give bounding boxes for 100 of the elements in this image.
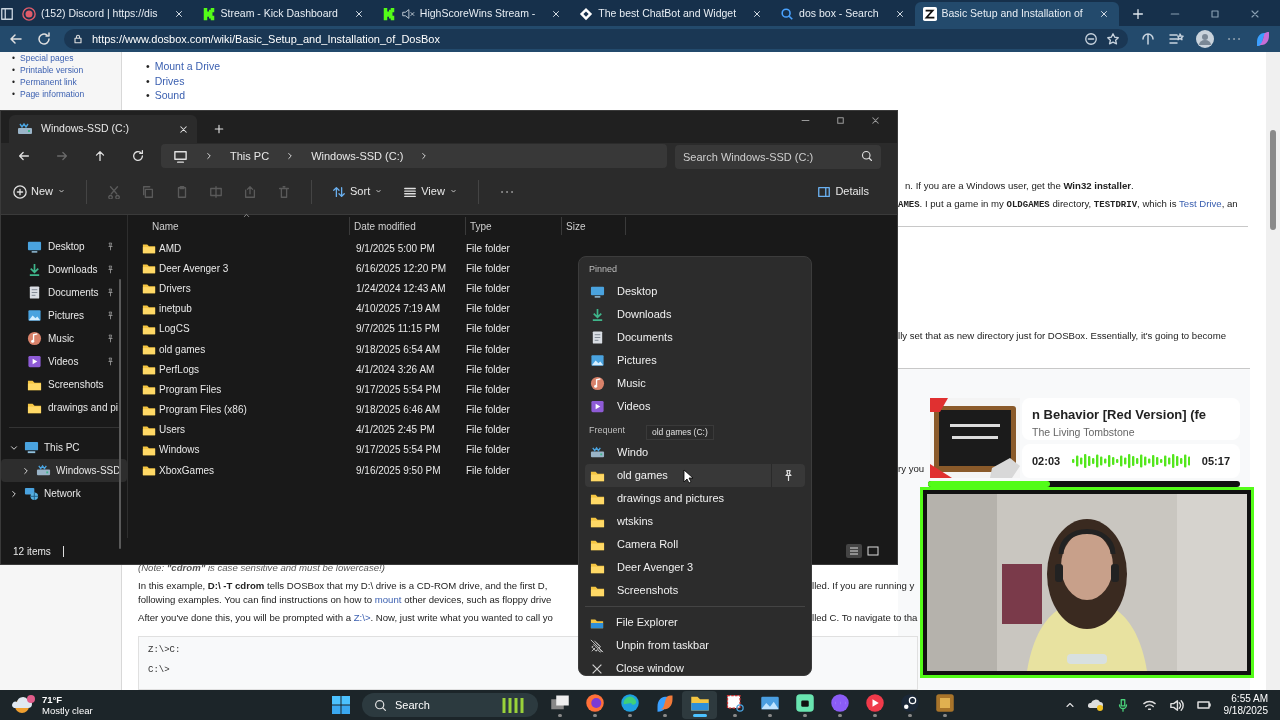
sidebar-link[interactable]: Permanent link [20,76,77,88]
sidebar-link[interactable]: Page information [20,88,85,100]
file-name-cell[interactable]: AMD [142,240,350,256]
jump-list-action[interactable]: Unpin from taskbar [585,634,805,657]
chevron-right-icon[interactable] [21,465,31,476]
jump-list-item[interactable]: Music [585,372,805,395]
contents-link[interactable]: Drives [154,73,185,88]
file-name-cell[interactable]: old games [142,341,350,357]
sidebar-link[interactable]: Special pages [20,52,74,64]
browser-tab[interactable]: HighScoreWins Stream - [373,2,572,26]
tab-actions-icon[interactable] [0,7,14,21]
jump-list-item[interactable]: drawings and pictures [585,487,805,510]
close-icon[interactable] [894,9,905,19]
browser-tab[interactable]: Basic Setup and Installation of [914,2,1119,26]
text-link[interactable]: Test Drive [1179,198,1222,209]
favorites-icon[interactable] [1168,31,1184,47]
jump-list-item[interactable]: Camera Roll [585,533,805,556]
refresh-icon[interactable] [131,149,145,163]
sort-button[interactable]: Sort [332,183,384,200]
nav-item[interactable]: Videos [1,350,127,373]
file-name-cell[interactable]: Program Files (x86) [142,402,350,418]
file-name-cell[interactable]: Program Files [142,381,350,397]
address-bar[interactable]: https://www.dosbox.com/wiki/Basic_Setup_and_Installation_of_DosBox [64,29,1128,49]
column-header[interactable]: Size [562,217,626,235]
close-icon[interactable] [551,9,562,19]
file-name-cell[interactable]: Drivers [142,280,350,296]
reload-icon[interactable] [36,31,52,47]
close-icon[interactable] [752,9,763,19]
file-name-cell[interactable]: Windows [142,442,350,458]
chevron-right-icon[interactable] [9,488,19,499]
file-name-cell[interactable]: XboxGames [142,462,350,478]
temperature[interactable]: 71°F [42,694,93,705]
maximize-icon[interactable] [1208,8,1221,20]
file-name-cell[interactable]: Deer Avenger 3 [142,260,350,276]
file-name-cell[interactable]: PerfLogs [142,361,350,377]
nav-item[interactable]: Desktop [1,235,127,258]
muted-speaker-icon[interactable] [400,7,415,21]
tiles-view-icon[interactable] [865,544,881,558]
new-tab-icon[interactable] [1130,7,1145,21]
start-button[interactable] [332,696,350,714]
favorite-star-icon[interactable] [1106,32,1120,46]
column-header[interactable]: Name [142,217,350,235]
sidebar-link[interactable]: Printable version [20,64,84,76]
close-icon[interactable] [178,123,189,135]
column-header[interactable]: Type [466,217,562,235]
text-link[interactable]: mount [374,594,402,605]
details-view-icon[interactable] [846,544,862,558]
file-name-cell[interactable]: Users [142,422,350,438]
tree-item[interactable]: This PC [1,436,127,459]
nav-item[interactable]: Documents [1,281,127,304]
breadcrumb-item[interactable]: Windows-SSD (C:) [311,147,404,165]
browser-tab[interactable]: (152) Discord | https://dis [14,2,194,26]
jump-list-item[interactable]: Windo [585,441,805,464]
file-name-cell[interactable]: LogCS [142,321,350,337]
jump-list-item[interactable]: Desktop [585,280,805,303]
browser-tab[interactable]: The best ChatBot and Widget [571,2,773,26]
jump-list-item[interactable]: Deer Avenger 3 [585,556,805,579]
up-icon[interactable] [93,149,107,163]
details-button[interactable]: Details [817,183,885,200]
jump-list-item[interactable]: Downloads [585,303,805,326]
contents-link[interactable]: Mount a Drive [154,59,221,74]
nav-item[interactable]: Downloads [1,258,127,281]
cloud-icon[interactable] [1087,698,1104,712]
jump-list-item[interactable]: Videos [585,395,805,418]
nav-item[interactable]: drawings and pi [1,396,127,419]
contents-link[interactable]: Sound [154,88,186,103]
new-button[interactable]: New [13,183,66,200]
address-bar[interactable]: This PC Windows-SSD (C:) [161,144,667,168]
browser-tab[interactable]: dos box - Search [772,2,915,26]
new-tab-icon[interactable] [213,123,225,135]
clock-time[interactable]: 6:55 AM [1223,693,1268,705]
copilot-icon[interactable] [1254,30,1272,48]
tree-item[interactable]: Network [1,482,127,505]
jump-list-item[interactable]: wtskins [585,510,805,533]
clock-date[interactable]: 9/18/2025 [1223,705,1268,717]
forward-icon[interactable] [55,149,69,163]
view-button[interactable]: View [403,183,458,200]
weather-condition[interactable]: Mostly clear [42,705,93,716]
profile-avatar-icon[interactable] [1196,30,1214,48]
weather-icon[interactable] [12,694,36,716]
nav-item[interactable]: Pictures [1,304,127,327]
close-icon[interactable] [1098,9,1109,19]
speaker-icon[interactable] [1168,697,1184,713]
jump-list-item[interactable]: Screenshots [585,579,805,602]
column-header[interactable]: Date modified [350,217,466,235]
breadcrumb-item[interactable]: This PC [230,147,270,165]
close-icon[interactable] [173,9,184,19]
taskbar-search[interactable]: Search [362,693,538,717]
jump-list-action[interactable]: Close window [585,657,805,680]
close-icon[interactable] [353,9,364,19]
jump-list-action[interactable]: File Explorer [585,611,805,634]
file-name-cell[interactable]: inetpub [142,301,350,317]
tree-item[interactable]: Windows-SSD [1,459,127,482]
close-icon[interactable] [870,115,881,126]
explorer-tab[interactable]: Windows-SSD (C:) [9,115,197,143]
taskbar-app[interactable] [682,691,717,719]
jump-list-item[interactable]: Pictures [585,349,805,372]
maximize-icon[interactable] [835,115,846,126]
scrollbar-thumb[interactable] [1270,130,1276,230]
back-icon[interactable] [8,31,24,47]
